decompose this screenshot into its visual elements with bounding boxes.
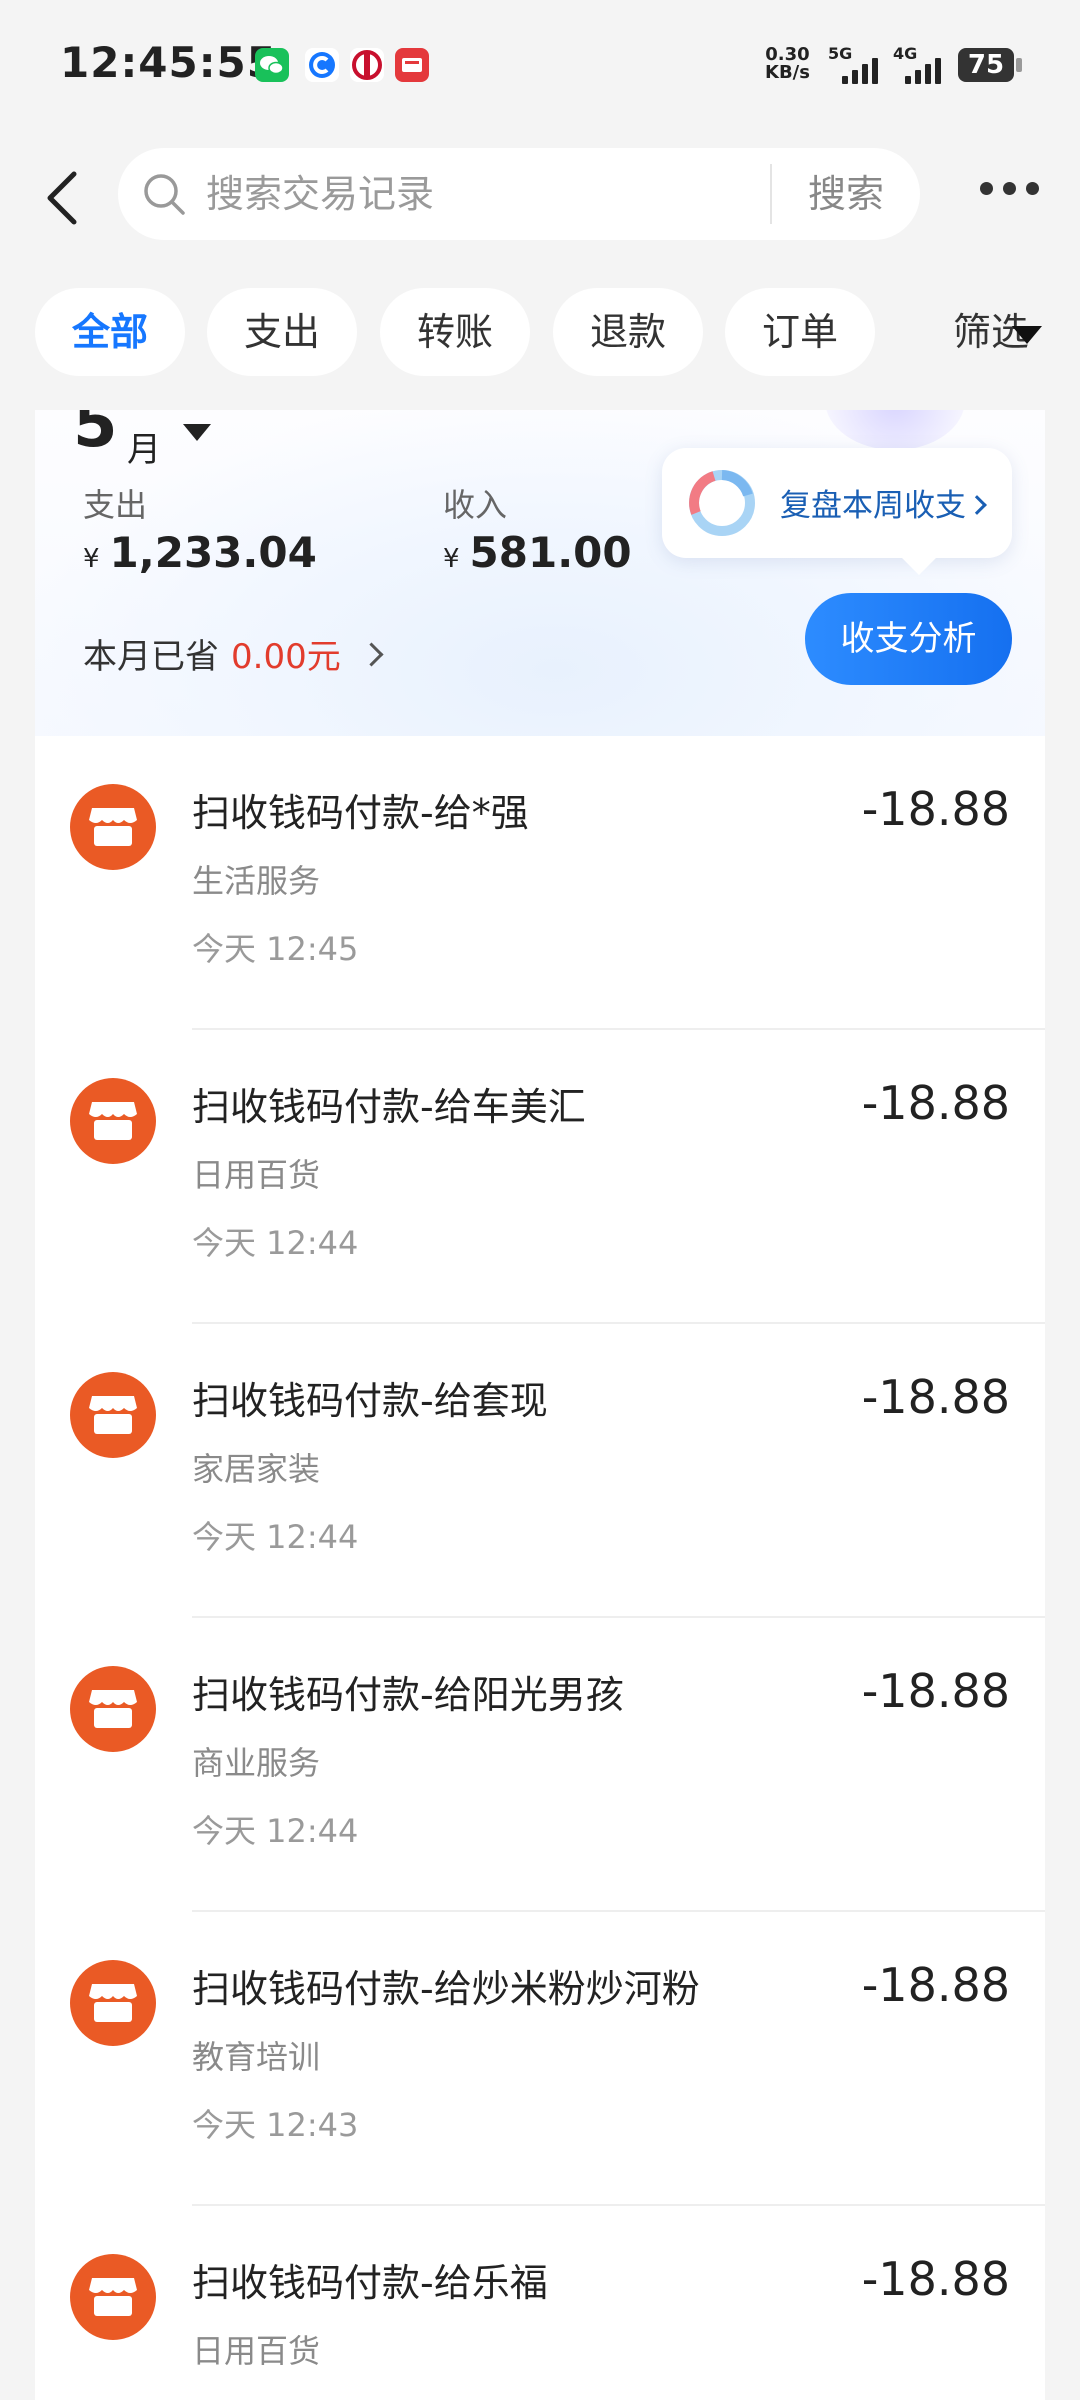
shop-icon — [70, 1666, 156, 1752]
tab-order[interactable]: 订单 — [725, 288, 875, 376]
saved-row[interactable]: 本月已省 0.00元 — [83, 632, 384, 682]
transaction-amount: -18.88 — [861, 1370, 1010, 1424]
decor-blob — [825, 410, 965, 450]
expense-value: 1,233.04 — [109, 528, 317, 577]
transaction-row[interactable]: 扫收钱码付款-给乐福 日用百货 -18.88 — [35, 2206, 1045, 2400]
income-currency: ¥ — [443, 544, 460, 574]
search-input[interactable]: 搜索交易记录 — [206, 168, 766, 220]
shop-icon — [70, 784, 156, 870]
transaction-row[interactable]: 扫收钱码付款-给套现 家居家装 今天 12:44 -18.88 — [35, 1324, 1045, 1618]
transaction-time: 今天 12:43 — [192, 2106, 359, 2144]
transaction-row[interactable]: 扫收钱码付款-给车美汇 日用百货 今天 12:44 -18.88 — [35, 1030, 1045, 1324]
transaction-title: 扫收钱码付款-给*强 — [192, 791, 529, 835]
back-arrow-icon[interactable] — [38, 168, 98, 228]
more-dots-icon[interactable] — [980, 182, 1039, 195]
network-speed: 0.30 KB/s — [765, 46, 810, 82]
transaction-row[interactable]: 扫收钱码付款-给阳光男孩 商业服务 今天 12:44 -18.88 — [35, 1618, 1045, 1912]
transaction-row[interactable]: 扫收钱码付款-给*强 生活服务 今天 12:45 -18.88 — [35, 736, 1045, 1030]
transaction-category: 家居家装 — [192, 1450, 321, 1488]
chevron-right-icon — [967, 494, 987, 515]
battery-icon: 75 — [958, 48, 1022, 82]
shopping-app-icon — [395, 48, 429, 82]
signal-bars-icon — [905, 52, 941, 84]
transaction-list: 扫收钱码付款-给*强 生活服务 今天 12:45 -18.88 扫收钱码付款-给… — [35, 736, 1045, 2400]
transaction-title: 扫收钱码付款-给套现 — [192, 1379, 548, 1423]
status-time: 12:45:55 — [60, 38, 277, 87]
signal-bars-icon — [842, 52, 878, 84]
tab-all[interactable]: 全部 — [35, 288, 185, 376]
bill-card: 5 月 支出 ¥1,233.04 收入 ¥581.00 本月已省 0.00元 复盘… — [35, 410, 1045, 2400]
transaction-title: 扫收钱码付款-给炒米粉炒河粉 — [192, 1967, 700, 2011]
income-value: 581.00 — [469, 528, 632, 577]
month-caret-icon[interactable] — [183, 424, 211, 441]
transaction-category: 生活服务 — [192, 862, 321, 900]
weekly-review-bubble[interactable]: 复盘本周收支 — [662, 448, 1012, 558]
shop-icon — [70, 2254, 156, 2340]
transaction-amount: -18.88 — [861, 2252, 1010, 2306]
transaction-title: 扫收钱码付款-给阳光男孩 — [192, 1673, 624, 1717]
wechat-icon — [255, 48, 289, 82]
bank-app-icon — [350, 48, 384, 82]
analysis-button[interactable]: 收支分析 — [805, 593, 1012, 685]
expense-label: 支出 — [83, 486, 148, 524]
weekly-review-link: 复盘本周收支 — [780, 480, 987, 525]
caret-down-icon[interactable] — [1012, 326, 1042, 344]
transaction-category: 教育培训 — [192, 2038, 321, 2076]
month-unit[interactable]: 月 — [127, 422, 161, 471]
transaction-title: 扫收钱码付款-给乐福 — [192, 2261, 548, 2305]
transaction-time: 今天 12:45 — [192, 930, 359, 968]
donut-chart-icon — [689, 470, 755, 536]
search-divider — [770, 164, 772, 224]
saved-label: 本月已省 — [83, 637, 219, 677]
transaction-amount: -18.88 — [861, 782, 1010, 836]
transaction-category: 商业服务 — [192, 1744, 321, 1782]
transaction-amount: -18.88 — [861, 1076, 1010, 1130]
chevron-right-icon — [359, 642, 384, 667]
month-number[interactable]: 5 — [73, 410, 118, 462]
tab-transfer[interactable]: 转账 — [380, 288, 530, 376]
tab-expense[interactable]: 支出 — [207, 288, 357, 376]
status-bar: 12:45:55 0.30 KB/s 5G 4G 75 — [0, 0, 1080, 130]
income-amount: ¥581.00 — [443, 528, 632, 577]
weekly-review-label: 复盘本周收支 — [780, 488, 966, 524]
month-summary: 5 月 支出 ¥1,233.04 收入 ¥581.00 本月已省 0.00元 复盘… — [35, 410, 1045, 736]
expense-amount: ¥1,233.04 — [83, 528, 317, 577]
shop-icon — [70, 1078, 156, 1164]
app-c-icon — [305, 48, 339, 82]
transaction-time: 今天 12:44 — [192, 1812, 359, 1850]
transaction-category: 日用百货 — [192, 2332, 321, 2370]
transaction-amount: -18.88 — [861, 1664, 1010, 1718]
shop-icon — [70, 1372, 156, 1458]
shop-icon — [70, 1960, 156, 2046]
search-button[interactable]: 搜索 — [808, 168, 884, 220]
transaction-time: 今天 12:44 — [192, 1224, 359, 1262]
saved-amount: 0.00元 — [231, 637, 341, 677]
transaction-row[interactable]: 扫收钱码付款-给炒米粉炒河粉 教育培训 今天 12:43 -18.88 — [35, 1912, 1045, 2206]
transaction-category: 日用百货 — [192, 1156, 321, 1194]
income-label: 收入 — [443, 486, 508, 524]
tab-refund[interactable]: 退款 — [553, 288, 703, 376]
transaction-amount: -18.88 — [861, 1958, 1010, 2012]
search-bar[interactable]: 搜索交易记录 搜索 — [118, 148, 920, 240]
transaction-time: 今天 12:44 — [192, 1518, 359, 1556]
expense-currency: ¥ — [83, 544, 100, 574]
network-speed-unit: KB/s — [765, 62, 810, 83]
transaction-title: 扫收钱码付款-给车美汇 — [192, 1085, 586, 1129]
search-icon — [140, 170, 188, 218]
filter-tabs: 全部 支出 转账 退款 订单 筛选 — [35, 288, 1080, 376]
